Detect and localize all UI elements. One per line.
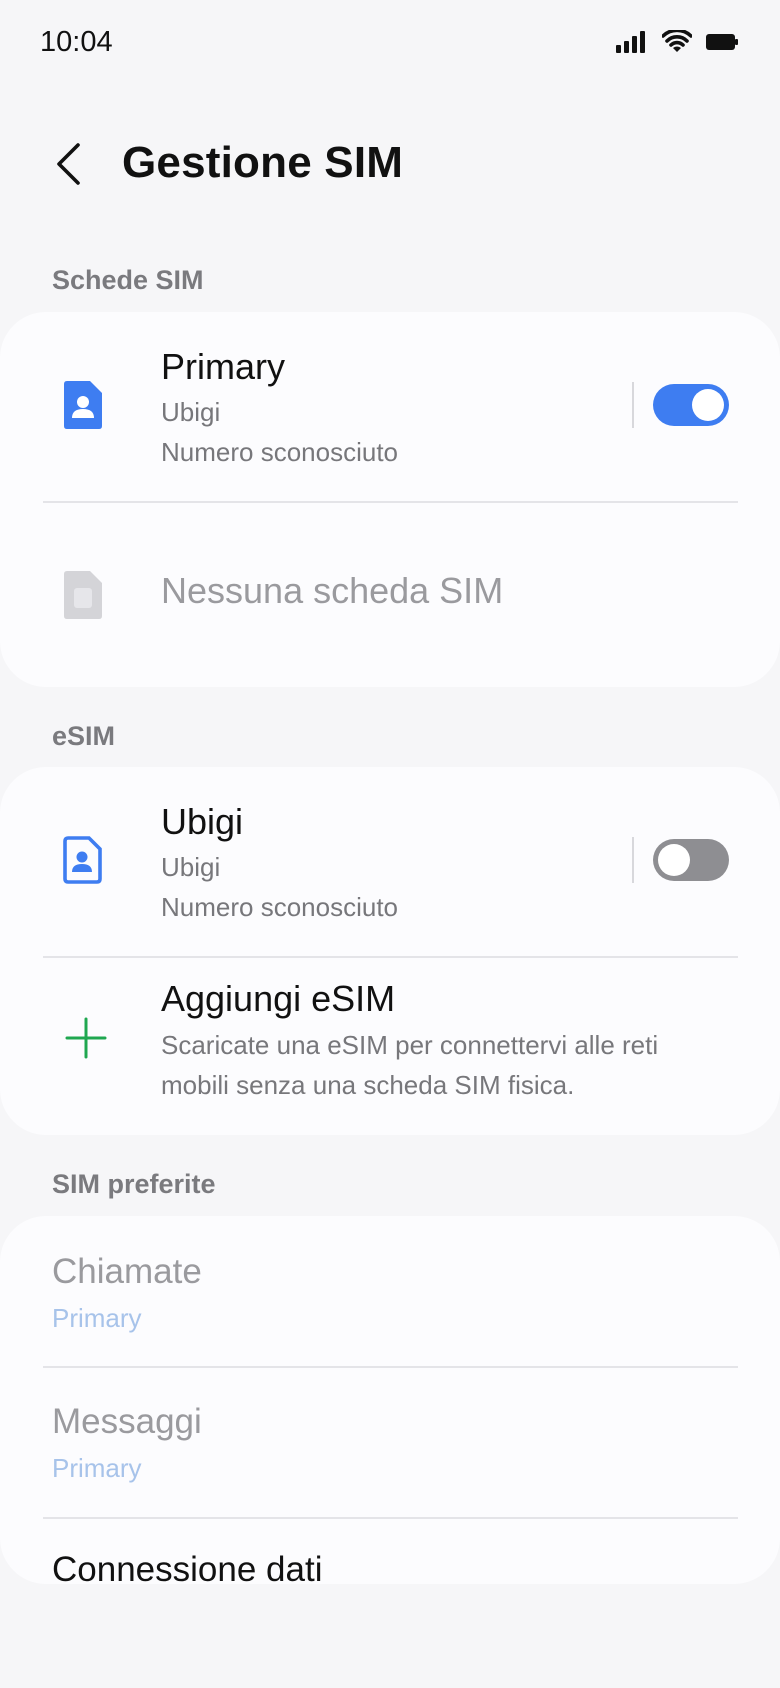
sim-number: Numero sconosciuto (161, 437, 398, 467)
header: Gestione SIM (0, 120, 780, 210)
add-esim-description-1: Scaricate una eSIM per connettervi alle … (161, 1030, 659, 1060)
sim-title: Primary (161, 346, 285, 387)
sim-card-disabled-icon (58, 570, 106, 620)
pref-messages-value: Primary (52, 1453, 142, 1483)
toggle-knob (658, 844, 690, 876)
back-button[interactable] (40, 136, 96, 196)
status-time: 10:04 (40, 26, 113, 58)
sim-cards-card: Primary Ubigi Numero sconosciuto Nessuna… (0, 312, 780, 687)
signal-icon (616, 31, 648, 53)
esim-title: Ubigi (161, 801, 244, 842)
esim-toggle[interactable] (653, 839, 729, 881)
pref-calls-title: Chiamate (52, 1252, 202, 1291)
esim-carrier: Ubigi (161, 852, 221, 882)
section-label-esim: eSIM (52, 721, 116, 751)
pref-row-messages: Messaggi Primary (0, 1368, 780, 1517)
toggle-separator (632, 837, 634, 883)
battery-icon (706, 32, 738, 52)
sim-carrier: Ubigi (161, 397, 221, 427)
pref-calls-value: Primary (52, 1303, 142, 1333)
sim-row-primary[interactable]: Primary Ubigi Numero sconosciuto (0, 312, 780, 502)
pref-row-data[interactable]: Connessione dati (0, 1519, 780, 1584)
sim-manager-screen: 10:04 Gestione SIM Schede SIM Primary Ub… (0, 0, 780, 1688)
status-icons (616, 30, 738, 54)
pref-data-title: Connessione dati (52, 1550, 323, 1584)
esim-row-ubigi[interactable]: Ubigi Ubigi Numero sconosciuto (0, 767, 780, 957)
section-label-sim-cards: Schede SIM (52, 265, 204, 295)
esim-number: Numero sconosciuto (161, 892, 398, 922)
sim-card-icon (58, 380, 106, 430)
primary-sim-toggle[interactable] (653, 384, 729, 426)
add-esim-row[interactable]: Aggiungi eSIM Scaricate una eSIM per con… (0, 958, 780, 1135)
wifi-icon (662, 30, 692, 54)
chevron-left-icon (54, 142, 82, 191)
esim-card: Ubigi Ubigi Numero sconosciuto Aggiungi … (0, 767, 780, 1135)
page-title: Gestione SIM (122, 138, 404, 187)
status-bar: 10:04 (0, 0, 780, 90)
pref-row-calls: Chiamate Primary (0, 1216, 780, 1367)
pref-messages-title: Messaggi (52, 1402, 202, 1441)
sim-row-empty: Nessuna scheda SIM (0, 503, 780, 687)
empty-slot-title: Nessuna scheda SIM (161, 570, 504, 611)
esim-icon (58, 835, 106, 885)
add-esim-title: Aggiungi eSIM (161, 978, 396, 1019)
add-esim-description-2: mobili senza una scheda SIM fisica. (161, 1070, 575, 1100)
preferred-sim-card: Chiamate Primary Messaggi Primary Connes… (0, 1216, 780, 1584)
section-label-preferred: SIM preferite (52, 1169, 216, 1199)
toggle-knob (692, 389, 724, 421)
plus-icon (64, 1016, 108, 1060)
toggle-separator (632, 382, 634, 428)
